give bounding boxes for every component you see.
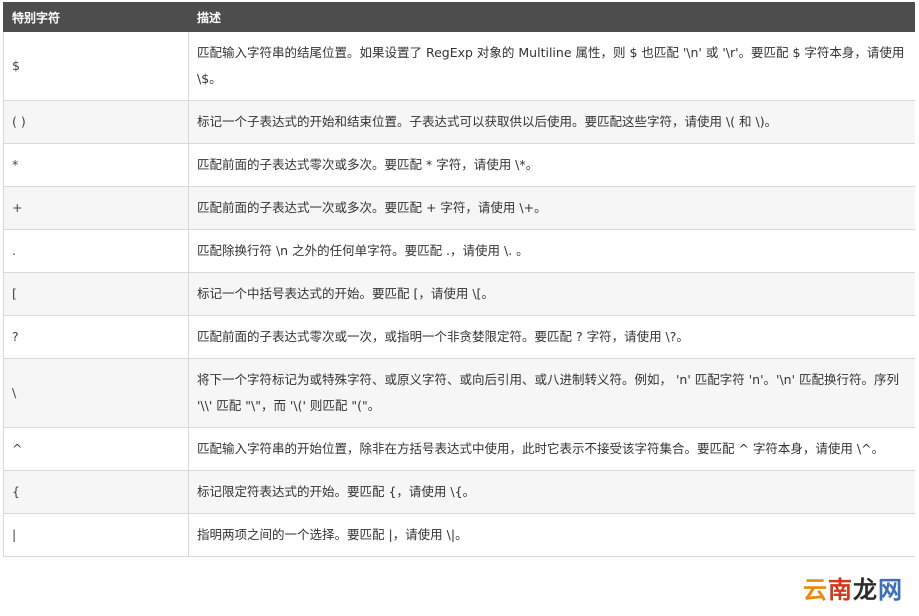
row-description: 将下一个字符标记为或特殊字符、或原义字符、或向后引用、或八进制转义符。例如， '…: [188, 358, 915, 428]
row-char: ?: [3, 315, 189, 359]
table-row: ? 匹配前面的子表达式零次或一次，或指明一个非贪婪限定符。要匹配 ? 字符，请使…: [3, 315, 915, 359]
table-header-row: 特别字符 描述: [3, 2, 915, 32]
regex-special-chars-table: 特别字符 描述 $ 匹配输入字符串的结尾位置。如果设置了 RegExp 对象的 …: [3, 2, 915, 557]
row-char: [: [3, 272, 189, 316]
table-row: ^ 匹配输入字符串的开始位置，除非在方括号表达式中使用，此时它表示不接受该字符集…: [3, 427, 915, 471]
header-special-char: 特别字符: [3, 2, 189, 32]
row-description: 标记限定符表达式的开始。要匹配 {，请使用 \{。: [188, 470, 915, 514]
table-row: [ 标记一个中括号表达式的开始。要匹配 [，请使用 \[。: [3, 272, 915, 316]
row-description: 标记一个子表达式的开始和结束位置。子表达式可以获取供以后使用。要匹配这些字符，请…: [188, 100, 915, 144]
row-description: 匹配前面的子表达式零次或一次，或指明一个非贪婪限定符。要匹配 ? 字符，请使用 …: [188, 315, 915, 359]
watermark-char: 南: [828, 576, 853, 604]
row-char: {: [3, 470, 189, 514]
watermark-char: 龙: [853, 576, 878, 604]
table-row: $ 匹配输入字符串的结尾位置。如果设置了 RegExp 对象的 Multilin…: [3, 31, 915, 101]
table-row: ( ) 标记一个子表达式的开始和结束位置。子表达式可以获取供以后使用。要匹配这些…: [3, 100, 915, 144]
table-row: | 指明两项之间的一个选择。要匹配 |，请使用 \|。: [3, 513, 915, 557]
row-char: \: [3, 358, 189, 428]
row-char: |: [3, 513, 189, 557]
row-description: 匹配输入字符串的开始位置，除非在方括号表达式中使用，此时它表示不接受该字符集合。…: [188, 427, 915, 471]
header-description: 描述: [188, 2, 915, 32]
row-description: 匹配除换行符 \n 之外的任何单字符。要匹配 .，请使用 \. 。: [188, 229, 915, 273]
table-row: + 匹配前面的子表达式一次或多次。要匹配 + 字符，请使用 \+。: [3, 186, 915, 230]
row-char: ( ): [3, 100, 189, 144]
row-char: *: [3, 143, 189, 187]
table-row: * 匹配前面的子表达式零次或多次。要匹配 * 字符，请使用 \*。: [3, 143, 915, 187]
watermark-char: 网: [878, 576, 903, 604]
table-row: { 标记限定符表达式的开始。要匹配 {，请使用 \{。: [3, 470, 915, 514]
row-description: 匹配输入字符串的结尾位置。如果设置了 RegExp 对象的 Multiline …: [188, 31, 915, 101]
site-watermark-logo: 云南龙网: [795, 574, 911, 606]
row-description: 指明两项之间的一个选择。要匹配 |，请使用 \|。: [188, 513, 915, 557]
table-row: . 匹配除换行符 \n 之外的任何单字符。要匹配 .，请使用 \. 。: [3, 229, 915, 273]
row-char: +: [3, 186, 189, 230]
row-char: .: [3, 229, 189, 273]
row-description: 匹配前面的子表达式零次或多次。要匹配 * 字符，请使用 \*。: [188, 143, 915, 187]
watermark-char: 云: [803, 576, 828, 604]
row-char: ^: [3, 427, 189, 471]
table-row: \ 将下一个字符标记为或特殊字符、或原义字符、或向后引用、或八进制转义符。例如，…: [3, 358, 915, 428]
row-description: 标记一个中括号表达式的开始。要匹配 [，请使用 \[。: [188, 272, 915, 316]
row-description: 匹配前面的子表达式一次或多次。要匹配 + 字符，请使用 \+。: [188, 186, 915, 230]
row-char: $: [3, 31, 189, 101]
regex-special-chars-table-frame: 特别字符 描述 $ 匹配输入字符串的结尾位置。如果设置了 RegExp 对象的 …: [3, 2, 915, 616]
